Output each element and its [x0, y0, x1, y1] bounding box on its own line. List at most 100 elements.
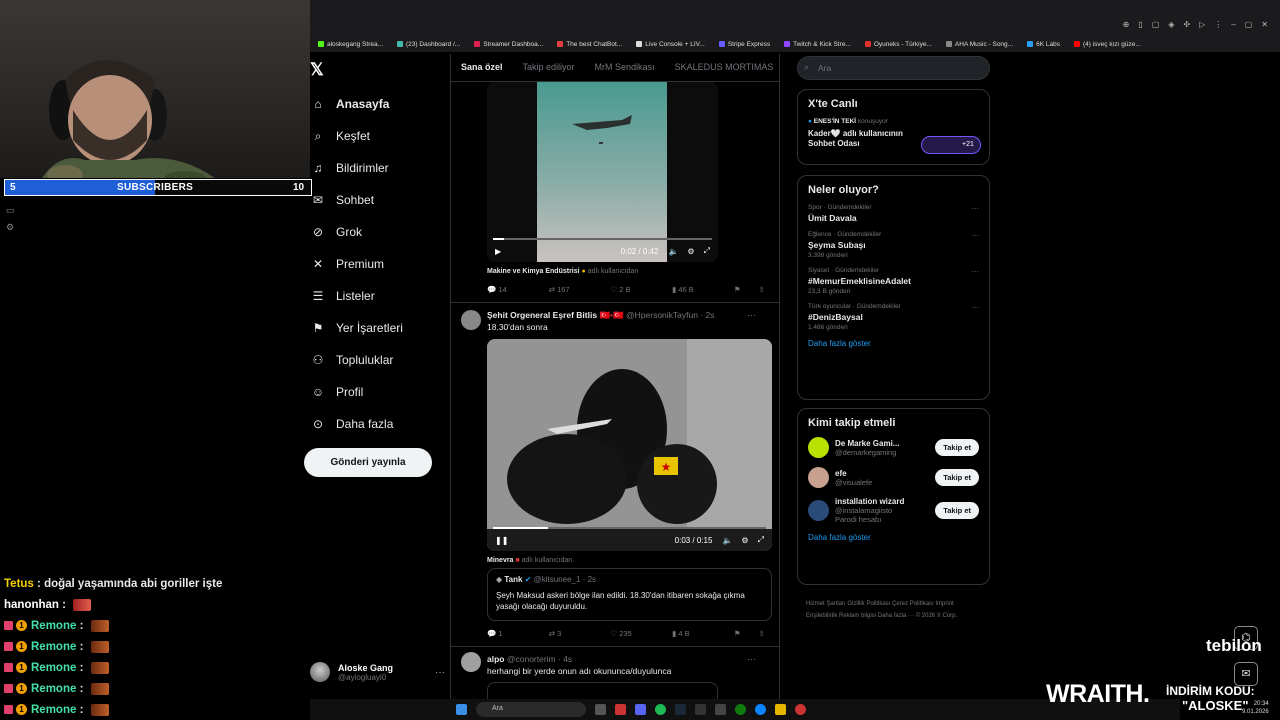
video-player[interactable]: ★ ❚❚ 0:03 / 0:15 🔈 ⚙ ⤢ [487, 339, 772, 551]
bookmark-icon[interactable]: ⚑ [734, 285, 759, 294]
x-logo-icon[interactable]: 𝕏 [310, 60, 324, 80]
opera-icon[interactable] [615, 704, 626, 715]
like-button[interactable]: ♡ 235 [610, 629, 672, 638]
spotify-icon[interactable] [655, 704, 666, 715]
tab-0[interactable]: Sana özel [451, 54, 513, 81]
taskview-icon[interactable] [595, 704, 606, 715]
sidebar-item-search[interactable]: ⌕ Keşfet [310, 120, 450, 152]
sidebar-item-more[interactable]: ⊙ Daha fazla [310, 408, 450, 440]
trend-item[interactable]: Spor · Gündemdekiler Ümit Davala ··· [808, 204, 979, 223]
shield-icon[interactable]: ◈ [1168, 20, 1174, 29]
bookmark-item[interactable]: Stripe Express [718, 41, 770, 48]
tab-1[interactable]: Takip ediliyor [513, 54, 585, 81]
discord-icon[interactable] [635, 704, 646, 715]
chat-username[interactable]: Remone [31, 683, 76, 695]
follow-suggestion[interactable]: De Marke Gami... @demarkegaming Takip et [808, 437, 979, 458]
bookmark-item[interactable]: The best ChatBot... [557, 41, 622, 48]
sidebar-item-home[interactable]: ⌂ Anasayfa [310, 88, 450, 120]
avatar[interactable] [461, 652, 481, 672]
browser-toolbar-icons[interactable]: ⊕ ▯ ▢ ◈ ✣ ▷ ⋮ – ▢ ✕ [1123, 20, 1268, 29]
settings-icon[interactable]: ⚙ [687, 247, 694, 256]
settings-icon[interactable]: ⚙ [741, 536, 748, 545]
volume-icon[interactable]: 🔈 [668, 247, 678, 256]
live-room[interactable]: Kader🤍 adlı kullanıcının Sohbet Odası [808, 129, 918, 149]
more-icon[interactable]: ··· [747, 310, 756, 320]
xbox-icon[interactable] [735, 704, 746, 715]
tab-3[interactable]: SKALEDUS MORTIMAS [665, 54, 779, 81]
post-handle[interactable]: @HpersonikTayfun · 2s [626, 310, 714, 320]
more-icon[interactable]: ··· [971, 267, 979, 276]
follow-button[interactable]: Takip et [935, 469, 979, 486]
trend-item[interactable]: Siyaset · Gündemdekiler #MemurEmeklisineA… [808, 267, 979, 295]
play-icon[interactable]: ▶ [495, 247, 501, 256]
post-author[interactable]: Şehit Orgeneral Eşref Bitlis [487, 310, 597, 320]
bookmark-item[interactable]: Twitch & Kick Stre... [784, 41, 851, 48]
folder-icon[interactable] [775, 704, 786, 715]
settings-icon[interactable]: ⚙ [6, 222, 15, 233]
follow-button[interactable]: Takip et [935, 502, 979, 519]
repost-button[interactable]: ⇄ 167 [549, 285, 611, 294]
volume-icon[interactable]: 🔈 [722, 536, 732, 545]
account-switcher[interactable]: Aloske Gang @ayiogluayi0 ··· [310, 658, 445, 686]
edge-icon[interactable] [755, 704, 766, 715]
puzzle-icon[interactable]: ✣ [1183, 20, 1190, 29]
sidebar-item-people[interactable]: ⚇ Topluluklar [310, 344, 450, 376]
more-icon[interactable]: ··· [971, 204, 979, 213]
post-author[interactable]: alpo [487, 654, 504, 664]
bookmark-item[interactable]: aloskegang Strea... [318, 41, 383, 48]
trends-show-more[interactable]: Daha fazla göster [808, 339, 979, 348]
fullscreen-icon[interactable]: ⤢ [704, 246, 710, 256]
bookmark-item[interactable]: (4) isveç kızı güze... [1073, 41, 1141, 48]
post-handle[interactable]: @conorterim · 4s [507, 654, 572, 664]
follow-suggestion[interactable]: installation wizard @instalamagiisto Parod… [808, 497, 979, 524]
reply-button[interactable]: 💬 1 [487, 629, 549, 638]
more-icon[interactable]: ··· [971, 231, 979, 240]
chat-username[interactable]: Tetus [4, 578, 34, 590]
avatar[interactable] [461, 310, 481, 330]
maximize-icon[interactable]: ▢ [1245, 20, 1253, 29]
tab-2[interactable]: MrM Sendikası [585, 54, 665, 81]
bookmark-item[interactable]: (23) Dashboard /... [397, 41, 460, 48]
chat-username[interactable]: hanonhan [4, 599, 59, 611]
pause-icon[interactable]: ❚❚ [495, 536, 508, 545]
obs-icon[interactable] [795, 704, 806, 715]
repost-button[interactable]: ⇄ 3 [549, 629, 611, 638]
like-button[interactable]: ♡ 2 B [610, 285, 672, 294]
quote-tweet[interactable]: ◆ Tank ✔ @kitsunee_1 · 2s Şeyh Maksud as… [487, 568, 772, 621]
chat-username[interactable]: Remone [31, 641, 76, 653]
live-listeners[interactable]: +21 [921, 136, 981, 154]
epic-icon[interactable] [695, 704, 706, 715]
close-icon[interactable]: ✕ [1261, 20, 1268, 29]
share-icon[interactable]: ⇪ [759, 285, 778, 294]
more-icon[interactable]: ··· [971, 303, 979, 312]
chat-username[interactable]: Remone [31, 620, 76, 632]
tab-icon[interactable]: ▢ [1152, 20, 1160, 29]
post-button[interactable]: Gönderi yayınla [304, 448, 432, 477]
fullscreen-icon[interactable]: ⤢ [758, 535, 764, 545]
sidebar-item-bookmark[interactable]: ⚑ Yer İşaretleri [310, 312, 450, 344]
trend-item[interactable]: Eğlence · Gündemdekiler Şeyma Subaşı 3.398… [808, 231, 979, 259]
bookmark-item[interactable]: Oyuneks - Türkiye... [864, 41, 932, 48]
sidebar-item-x[interactable]: ✕ Premium [310, 248, 450, 280]
zoom-icon[interactable]: ⊕ [1123, 20, 1130, 29]
app-icon[interactable] [715, 704, 726, 715]
follow-button[interactable]: Takip et [935, 439, 979, 456]
reply-button[interactable]: 💬 14 [487, 285, 549, 294]
start-icon[interactable] [456, 704, 467, 715]
attribution-name[interactable]: Makine ve Kimya Endüstrisi [487, 268, 580, 275]
bookmark-item[interactable]: 6K Labs [1027, 41, 1060, 48]
more-icon[interactable]: ··· [747, 654, 756, 664]
trend-item[interactable]: Türk oyuncular · Gündemdekiler #DenizBays… [808, 303, 979, 331]
bookmark-icon[interactable]: ⚑ [734, 629, 759, 638]
chat-icon[interactable]: ▭ [6, 205, 15, 216]
follow-show-more[interactable]: Daha fazla göster [808, 533, 979, 542]
more-icon[interactable]: ··· [435, 667, 445, 678]
footer-links[interactable]: Hizmet Şartları Gizlilik Politikası Çere… [806, 598, 986, 622]
live-host[interactable]: ENES'İN TEKİ [814, 118, 856, 125]
minimize-icon[interactable]: – [1231, 20, 1235, 29]
sidebar-item-bell[interactable]: ♫ Bildirimler [310, 152, 450, 184]
bookmark-item[interactable]: Live Console + LIV... [636, 41, 705, 48]
play-icon[interactable]: ▷ [1199, 20, 1205, 29]
sidebar-item-user[interactable]: ☺ Profil [310, 376, 450, 408]
lock-icon[interactable]: ▯ [1138, 20, 1142, 29]
